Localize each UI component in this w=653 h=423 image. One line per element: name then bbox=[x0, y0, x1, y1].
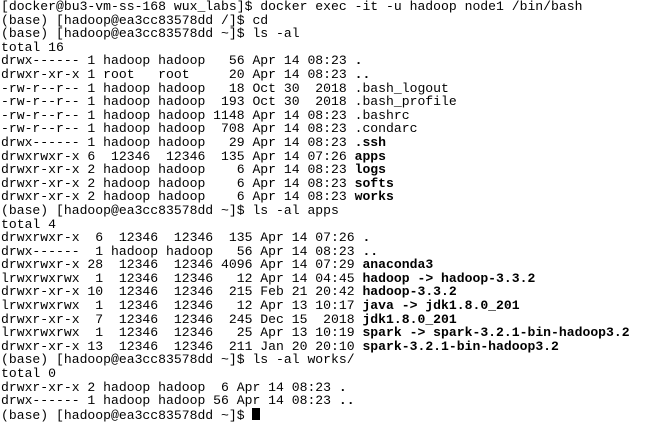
terminal-line: -rw-r--r-- 1 hadoop hadoop 193 Oct 30 20… bbox=[1, 95, 653, 109]
terminal-line: -rw-r--r-- 1 hadoop hadoop 708 Apr 14 08… bbox=[1, 122, 653, 136]
terminal-line: (base) [hadoop@ea3cc83578dd ~]$ ls -al bbox=[1, 27, 653, 41]
line-text: drwx------ 1 hadoop hadoop 56 Apr 14 08:… bbox=[1, 393, 339, 409]
terminal-line: drwxrwxr-x 6 12346 12346 135 Apr 14 07:2… bbox=[1, 231, 653, 245]
terminal-line: drwxr-xr-x 13 12346 12346 211 Jan 20 20:… bbox=[1, 340, 653, 354]
terminal-line: (base) [hadoop@ea3cc83578dd ~]$ bbox=[1, 407, 653, 423]
cursor bbox=[252, 407, 261, 420]
terminal-line: total 16 bbox=[1, 40, 653, 55]
terminal-line: drwxr-xr-x 1 root root 20 Apr 14 08:23 .… bbox=[1, 68, 653, 82]
terminal-line: drwxr-xr-x 2 hadoop hadoop 6 Apr 14 08:2… bbox=[1, 190, 653, 204]
terminal-line: drwx------ 1 hadoop hadoop 56 Apr 14 08:… bbox=[1, 244, 653, 259]
terminal-line: lrwxrwxrwx 1 12346 12346 25 Apr 13 10:19… bbox=[1, 326, 653, 340]
terminal-line: drwxr-xr-x 10 12346 12346 215 Feb 21 20:… bbox=[1, 285, 653, 299]
terminal-line: (base) [hadoop@ea3cc83578dd ~]$ ls -al w… bbox=[1, 353, 653, 367]
terminal-line: lrwxrwxrwx 1 12346 12346 12 Apr 14 04:45… bbox=[1, 272, 653, 286]
line-text: (base) [hadoop@ea3cc83578dd ~]$ bbox=[1, 407, 253, 423]
terminal-line: total 4 bbox=[1, 217, 653, 232]
terminal-line: drwxr-xr-x 2 hadoop hadoop 6 Apr 14 08:2… bbox=[1, 380, 653, 395]
terminal-line: drwxr-xr-x 2 hadoop hadoop 6 Apr 14 08:2… bbox=[1, 176, 653, 191]
directory-name: works bbox=[354, 189, 394, 205]
terminal-line: drwxrwxr-x 28 12346 12346 4096 Apr 14 07… bbox=[1, 258, 653, 272]
terminal-line: drwx------ 1 hadoop hadoop 29 Apr 14 08:… bbox=[1, 136, 653, 150]
terminal-line: (base) [hadoop@ea3cc83578dd ~]$ ls -al a… bbox=[1, 204, 653, 218]
terminal-line: drwxrwxr-x 6 12346 12346 135 Apr 14 07:2… bbox=[1, 149, 653, 164]
terminal-window[interactable]: [docker@bu3-vm-ss-168 wux_labs]$ docker … bbox=[0, 0, 653, 422]
directory-name: spark-3.2.1-bin-hadoop3.2 bbox=[362, 338, 559, 354]
terminal-line: drwxr-xr-x 2 hadoop hadoop 6 Apr 14 08:2… bbox=[1, 163, 653, 177]
terminal-line: drwx------ 1 hadoop hadoop 56 Apr 14 08:… bbox=[1, 54, 653, 68]
terminal-line: -rw-r--r-- 1 hadoop hadoop 1148 Apr 14 0… bbox=[1, 108, 653, 123]
directory-name: .. bbox=[338, 393, 355, 409]
terminal-line: lrwxrwxrwx 1 12346 12346 12 Apr 13 10:17… bbox=[1, 299, 653, 313]
terminal-line: [docker@bu3-vm-ss-168 wux_labs]$ docker … bbox=[1, 0, 653, 14]
terminal-line: -rw-r--r-- 1 hadoop hadoop 18 Oct 30 201… bbox=[1, 81, 653, 96]
terminal-line: drwx------ 1 hadoop hadoop 56 Apr 14 08:… bbox=[1, 394, 653, 408]
terminal-line: total 0 bbox=[1, 367, 653, 381]
terminal-line: (base) [hadoop@ea3cc83578dd /]$ cd bbox=[1, 13, 653, 28]
terminal-line: drwxr-xr-x 7 12346 12346 245 Dec 15 2018… bbox=[1, 312, 653, 327]
